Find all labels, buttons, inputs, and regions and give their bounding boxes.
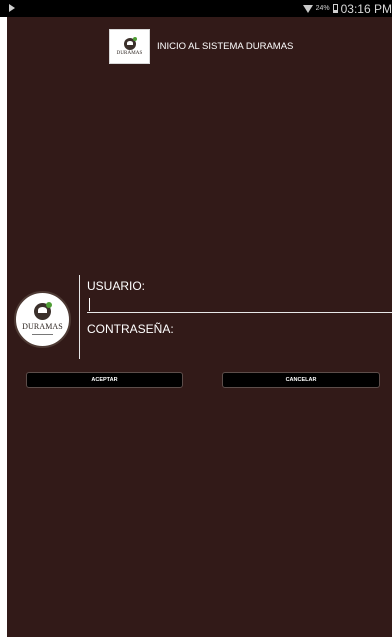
username-input[interactable] bbox=[87, 297, 392, 313]
status-time: 03:16 PM bbox=[340, 1, 392, 16]
play-icon bbox=[9, 4, 15, 12]
company-logo: DURAMAS ▬▬▬▬▬▬▬ bbox=[14, 291, 71, 348]
username-label: USUARIO: bbox=[87, 279, 146, 293]
accept-button[interactable]: ACEPTAR bbox=[26, 372, 183, 388]
battery-percent: 24% bbox=[315, 5, 330, 12]
wifi-icon bbox=[302, 4, 313, 13]
duramas-mark-icon bbox=[34, 302, 52, 320]
app-screen: 24% 03:16 PM DURAMAS INICIO AL SISTEMA D… bbox=[0, 0, 392, 637]
duramas-mark-icon bbox=[123, 36, 137, 50]
text-cursor bbox=[89, 298, 90, 311]
cancel-button[interactable]: CANCELAR bbox=[222, 372, 380, 388]
password-label: CONTRASEÑA: bbox=[87, 322, 174, 336]
header-logo-text: DURAMAS bbox=[116, 50, 143, 56]
status-indicators: 24% 03:16 PM bbox=[302, 1, 392, 16]
company-logo-text: DURAMAS bbox=[22, 322, 63, 331]
logo-tagline-mark: ▬▬▬▬▬▬▬ bbox=[32, 332, 53, 336]
form-divider bbox=[79, 275, 80, 359]
battery-icon bbox=[332, 4, 338, 13]
header-logo: DURAMAS bbox=[109, 29, 150, 64]
status-bar: 24% 03:16 PM bbox=[0, 0, 392, 17]
page-title: INICIO AL SISTEMA DURAMAS bbox=[157, 41, 294, 52]
password-input[interactable] bbox=[87, 337, 392, 353]
